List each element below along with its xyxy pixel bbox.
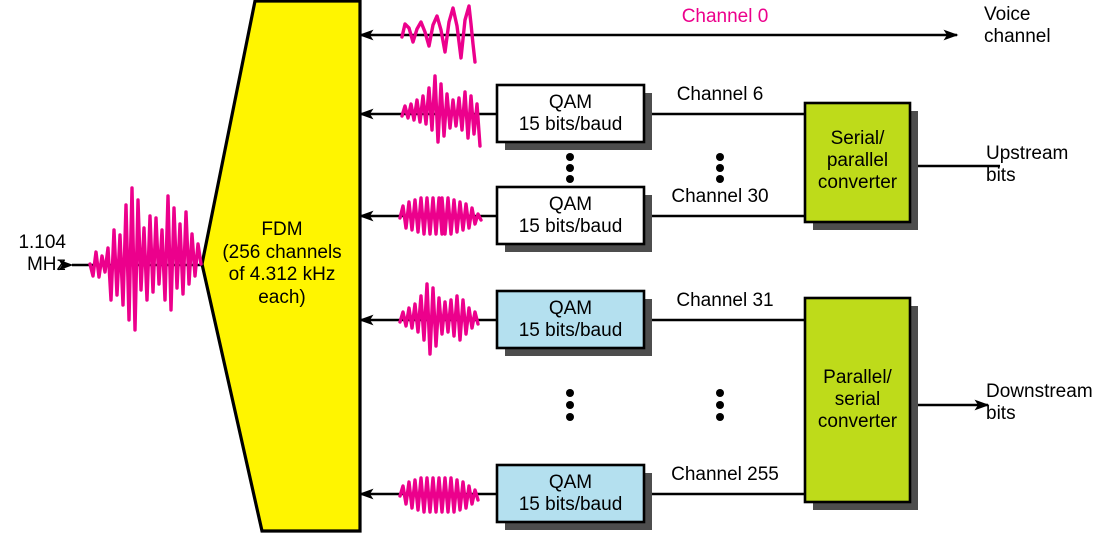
waveform-icon-d2 <box>398 476 480 514</box>
qam-title: QAM <box>548 471 593 493</box>
qam-label-downstream-1: QAM 15 bits/baud <box>497 291 644 348</box>
qam-label-upstream-2: QAM 15 bits/baud <box>497 187 644 244</box>
waveform-icon-composite <box>88 186 203 332</box>
waveform-icon-u2 <box>398 196 483 236</box>
diagram-canvas: 1.104 MHz FDM (256 channels of 4.312 kHz… <box>0 0 1109 533</box>
qam-rate: 15 bits/baud <box>518 493 623 515</box>
qam-label-upstream-1: QAM 15 bits/baud <box>497 85 644 142</box>
channel-label-voice: Channel 0 <box>681 6 769 27</box>
qam-title: QAM <box>548 297 593 319</box>
channel-label-downstream-first: Channel 31 <box>676 290 774 311</box>
channel-label-upstream-first: Channel 6 <box>676 84 764 105</box>
output-frequency-label: 1.104 MHz <box>18 232 66 275</box>
waveform-icon-d1 <box>398 282 480 356</box>
parallel-serial-converter-label: Parallel/ serial converter <box>817 367 898 432</box>
serial-parallel-converter-label: Serial/ parallel converter <box>817 128 898 193</box>
qam-rate: 15 bits/baud <box>518 319 623 341</box>
qam-label-downstream-2: QAM 15 bits/baud <box>497 465 644 522</box>
diagram-vector-layer <box>58 0 1000 533</box>
qam-rate: 15 bits/baud <box>518 113 623 135</box>
qam-rate: 15 bits/baud <box>518 215 623 237</box>
endpoint-label-downstream: Downstream bits <box>986 381 1093 424</box>
qam-title: QAM <box>548 193 593 215</box>
channel-label-downstream-last: Channel 255 <box>671 464 779 485</box>
fdm-block-label: FDM (256 channels of 4.312 kHz each) <box>222 219 342 308</box>
waveform-icon-u1 <box>400 74 482 148</box>
endpoint-label-voice: Voice channel <box>984 4 1051 47</box>
channel-label-upstream-last: Channel 30 <box>671 186 769 207</box>
endpoint-label-upstream: Upstream bits <box>986 143 1069 186</box>
qam-title: QAM <box>548 91 593 113</box>
